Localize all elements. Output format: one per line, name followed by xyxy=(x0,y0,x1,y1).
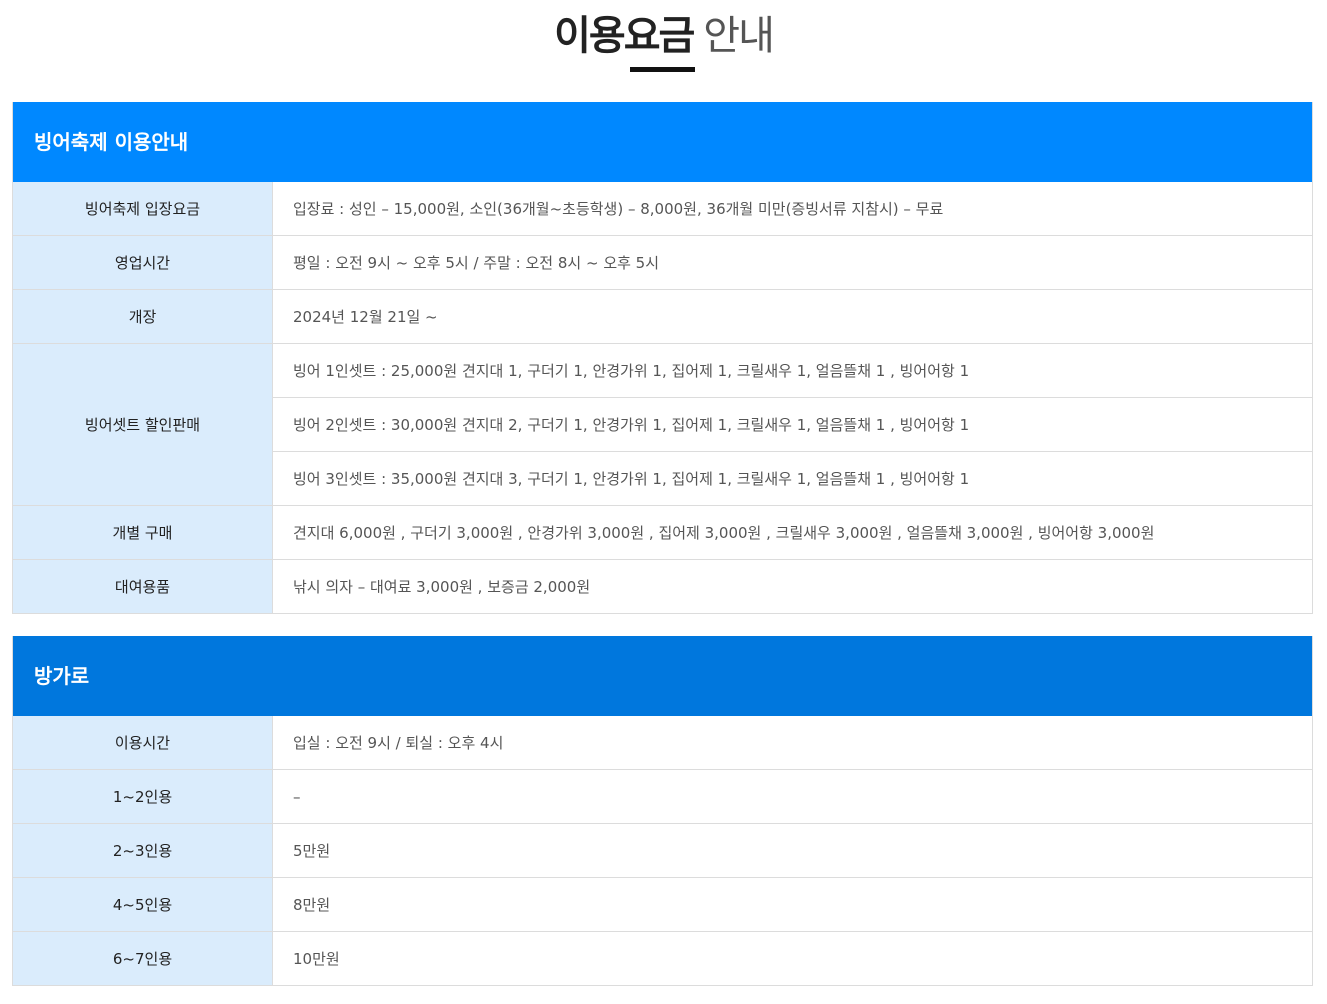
row-value: 평일 : 오전 9시 ~ 오후 5시 / 주말 : 오전 8시 ~ 오후 5시 xyxy=(293,254,660,272)
row-value: 빙어 1인셋트 : 25,000원 견지대 1, 구더기 1, 안경가위 1, … xyxy=(293,362,970,380)
row-label: 2~3인용 xyxy=(13,824,273,877)
row-value: 2024년 12월 21일 ~ xyxy=(293,308,438,326)
row-value: 낚시 의자 – 대여료 3,000원 , 보증금 2,000원 xyxy=(293,578,591,596)
title-underline xyxy=(630,67,695,72)
table-row: 1~2인용 – xyxy=(13,769,1312,823)
table-row: 4~5인용 8만원 xyxy=(13,877,1312,931)
row-label: 6~7인용 xyxy=(13,932,273,985)
row-label: 영업시간 xyxy=(13,236,273,289)
row-value: – xyxy=(293,787,301,806)
row-value: 8만원 xyxy=(293,896,331,914)
row-value: 입실 : 오전 9시 / 퇴실 : 오후 4시 xyxy=(293,734,504,752)
table-row: 개장 2024년 12월 21일 ~ xyxy=(13,289,1312,343)
row-value: 빙어 2인셋트 : 30,000원 견지대 2, 구더기 1, 안경가위 1, … xyxy=(273,397,1312,451)
row-value: 빙어 3인셋트 : 35,000원 견지대 3, 구더기 1, 안경가위 1, … xyxy=(273,451,1312,505)
row-label: 4~5인용 xyxy=(13,878,273,931)
page-title: 이용요금 안내 xyxy=(0,12,1327,60)
panel-title: 빙어축제 이용안내 xyxy=(13,102,1312,182)
table-row: 개별 구매 견지대 6,000원 , 구더기 3,000원 , 안경가위 3,0… xyxy=(13,505,1312,559)
page-title-strong: 이용요금 xyxy=(554,13,695,59)
row-label: 개별 구매 xyxy=(13,506,273,559)
table-row: 6~7인용 10만원 xyxy=(13,931,1312,985)
panel-rows: 이용시간 입실 : 오전 9시 / 퇴실 : 오후 4시 1~2인용 – 2~3… xyxy=(13,716,1312,985)
row-value: 입장료 : 성인 – 15,000원, 소인(36개월~초등학생) – 8,00… xyxy=(293,200,944,218)
panel-festival-info: 빙어축제 이용안내 빙어축제 입장요금 입장료 : 성인 – 15,000원, … xyxy=(12,102,1313,614)
page-title-light: 안내 xyxy=(703,13,775,59)
table-row: 영업시간 평일 : 오전 9시 ~ 오후 5시 / 주말 : 오전 8시 ~ 오… xyxy=(13,235,1312,289)
table-row: 빙어축제 입장요금 입장료 : 성인 – 15,000원, 소인(36개월~초등… xyxy=(13,182,1312,235)
row-value: 견지대 6,000원 , 구더기 3,000원 , 안경가위 3,000원 , … xyxy=(293,524,1155,542)
table-row: 빙어셋트 할인판매 빙어 1인셋트 : 25,000원 견지대 1, 구더기 1… xyxy=(13,343,1312,505)
row-label: 1~2인용 xyxy=(13,770,273,823)
row-value: 10만원 xyxy=(293,950,340,968)
table-row: 2~3인용 5만원 xyxy=(13,823,1312,877)
panel-bungalow: 방가로 이용시간 입실 : 오전 9시 / 퇴실 : 오후 4시 1~2인용 –… xyxy=(12,636,1313,986)
panel-rows: 빙어축제 입장요금 입장료 : 성인 – 15,000원, 소인(36개월~초등… xyxy=(13,182,1312,613)
row-value: 5만원 xyxy=(293,842,331,860)
row-label: 이용시간 xyxy=(13,716,273,769)
table-row: 대여용품 낚시 의자 – 대여료 3,000원 , 보증금 2,000원 xyxy=(13,559,1312,613)
row-label: 빙어축제 입장요금 xyxy=(13,182,273,235)
row-label: 빙어셋트 할인판매 xyxy=(13,344,273,505)
panel-title: 방가로 xyxy=(13,636,1312,716)
page-header: 이용요금 안내 xyxy=(0,0,1327,90)
row-label: 대여용품 xyxy=(13,560,273,613)
row-label: 개장 xyxy=(13,290,273,343)
table-row: 이용시간 입실 : 오전 9시 / 퇴실 : 오후 4시 xyxy=(13,716,1312,769)
